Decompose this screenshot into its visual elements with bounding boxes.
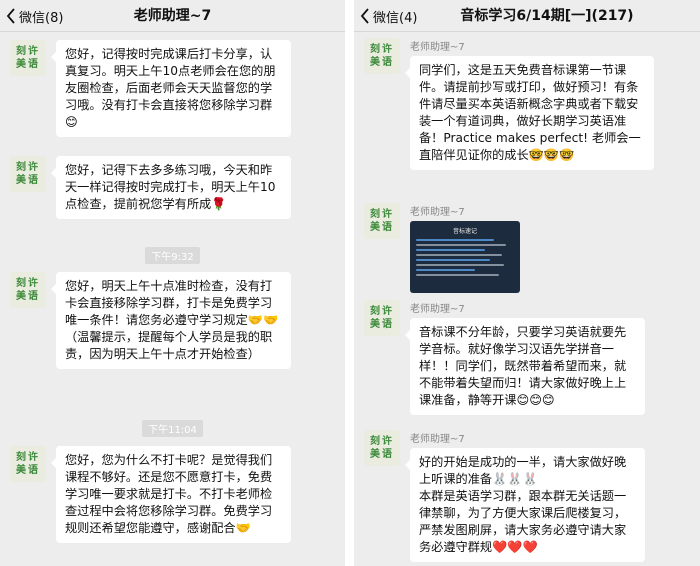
- sender-name: 老师助理~7: [410, 304, 465, 315]
- avatar[interactable]: 刻许 美语: [10, 156, 46, 192]
- chat-title: 音标学习6/14期[一](217): [460, 7, 634, 24]
- chat-message: 刻许 美语 您好，明天上午十点准时检查，没有打卡会直接移除学习群，打卡是免费学习唯…: [10, 272, 291, 369]
- chevron-left-icon: [6, 8, 15, 24]
- image-title: 音标速记: [452, 228, 477, 235]
- back-button[interactable]: 微信(4): [360, 0, 417, 32]
- image-message[interactable]: 音标速记: [410, 221, 520, 293]
- chat-screen-right: 微信(4) 音标学习6/14期[一](217) 刻许 美语 老师助理~7 同学们，…: [354, 0, 700, 566]
- avatar[interactable]: 刻许 美语: [10, 272, 46, 308]
- back-label: 微信(8): [19, 10, 64, 26]
- message-bubble[interactable]: 音标课不分年龄，只要学习英语就要先学音标。就好像学习汉语先学拼音一样！！同学们，…: [405, 318, 645, 415]
- sender-name: 老师助理~7: [410, 42, 465, 53]
- avatar[interactable]: 刻许 美语: [364, 300, 400, 336]
- chevron-left-icon: [360, 8, 369, 24]
- chat-message: 刻许 美语 您好，记得下去多多练习哦，今天和昨天一样记得按时完成打卡，明天上午10…: [10, 156, 291, 219]
- back-button[interactable]: 微信(8): [6, 0, 63, 32]
- message-bubble[interactable]: 好的开始是成功的一半，请大家做好晚上听课的准备🐰🐰🐰 本群是英语学习群，跟本群无…: [405, 448, 645, 562]
- avatar[interactable]: 刻许 美语: [364, 38, 400, 74]
- chat-message: 刻许 美语 老师助理~7 同学们，这是五天免费音标课第一节课件。请提前抄写或打印，…: [364, 38, 654, 170]
- timestamp: 下午9:32: [0, 245, 345, 264]
- back-label: 微信(4): [373, 10, 418, 26]
- chat-message: 刻许 美语 老师助理~7 好的开始是成功的一半，请大家做好晚上听课的准备🐰🐰🐰 本…: [364, 430, 645, 562]
- message-bubble[interactable]: 您好，记得下去多多练习哦，今天和昨天一样记得按时完成打卡，明天上午10点检查，提…: [51, 156, 291, 219]
- message-bubble[interactable]: 您好，记得按时完成课后打卡分享，认真复习。明天上午10点老师会在您的朋友圈检查，…: [51, 40, 291, 137]
- chat-message: 刻许 美语 老师助理~7 音标速记: [364, 203, 520, 293]
- sender-name: 老师助理~7: [410, 434, 465, 445]
- sender-name: 老师助理~7: [410, 207, 465, 218]
- message-bubble[interactable]: 您好，您为什么不打卡呢？是觉得我们课程不够好。还是您不愿意打卡，免费学习唯一要求…: [51, 446, 291, 543]
- chat-message: 刻许 美语 您好，记得按时完成课后打卡分享，认真复习。明天上午10点老师会在您的朋…: [10, 40, 291, 137]
- avatar[interactable]: 刻许 美语: [10, 446, 46, 482]
- message-bubble[interactable]: 您好，明天上午十点准时检查，没有打卡会直接移除学习群，打卡是免费学习唯一条件！请…: [51, 272, 291, 369]
- chat-header: 微信(4) 音标学习6/14期[一](217): [354, 0, 700, 32]
- avatar[interactable]: 刻许 美语: [10, 40, 46, 76]
- chat-message: 刻许 美语 老师助理~7 音标课不分年龄，只要学习英语就要先学音标。就好像学习汉语…: [364, 300, 645, 415]
- avatar[interactable]: 刻许 美语: [364, 430, 400, 466]
- chat-header: 微信(8) 老师助理~7: [0, 0, 345, 32]
- timestamp: 下午11:04: [0, 418, 345, 437]
- chat-screen-left: 微信(8) 老师助理~7 刻许 美语 您好，记得按时完成课后打卡分享，认真复习。明…: [0, 0, 345, 566]
- message-bubble[interactable]: 同学们，这是五天免费音标课第一节课件。请提前抄写或打印，做好预习！有条件请尽量买…: [405, 56, 654, 170]
- chat-message: 刻许 美语 您好，您为什么不打卡呢？是觉得我们课程不够好。还是您不愿意打卡，免费学…: [10, 446, 291, 543]
- avatar[interactable]: 刻许 美语: [364, 203, 400, 239]
